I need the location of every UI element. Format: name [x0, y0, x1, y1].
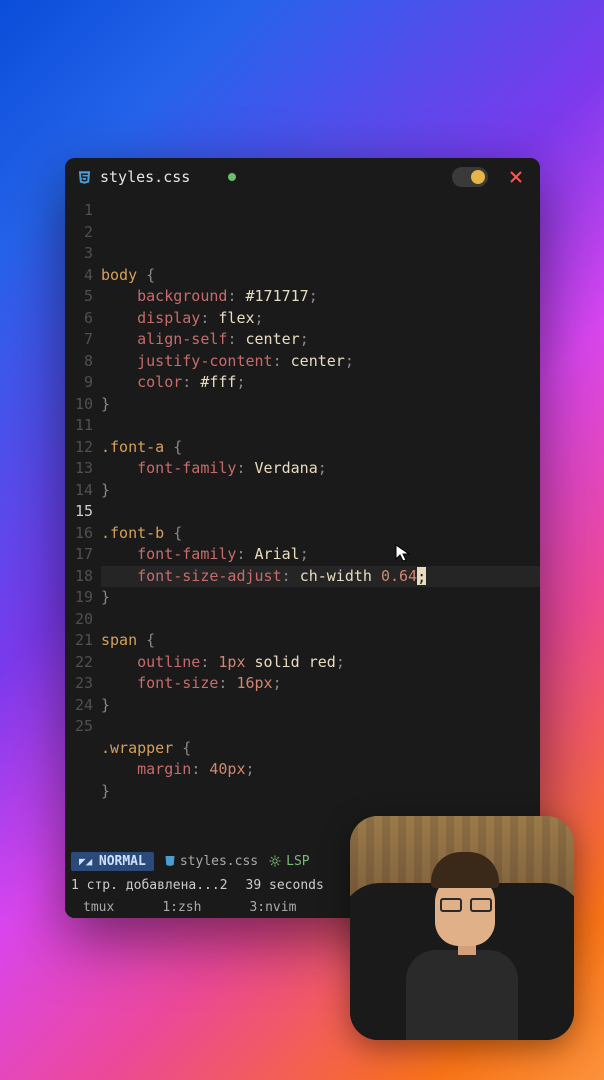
code-line[interactable]: font-family: Arial;	[101, 544, 540, 566]
vim-mode-badge: ◤◢ NORMAL	[71, 852, 154, 871]
modified-indicator-icon	[228, 173, 236, 181]
code-line[interactable]: }	[101, 695, 540, 717]
code-line[interactable]: outline: 1px solid red;	[101, 652, 540, 674]
code-line[interactable]: display: flex;	[101, 308, 540, 330]
message-text-2: 39 seconds	[246, 878, 324, 893]
lsp-status: LSP	[268, 854, 309, 869]
status-file: styles.css	[164, 854, 258, 869]
editor-window: styles.css 12345678910111213141516171819…	[65, 158, 540, 918]
code-line[interactable]: }	[101, 781, 540, 803]
css-file-icon	[77, 170, 92, 185]
message-text-1: 1 стр. добавлена...2	[71, 878, 228, 893]
code-line[interactable]: .font-b {	[101, 523, 540, 545]
code-area[interactable]: 1234567891011121314151617181920212223242…	[65, 196, 540, 848]
theme-toggle[interactable]	[452, 167, 488, 187]
filename: styles.css	[100, 168, 190, 186]
code-line[interactable]: font-size-adjust: ch-width 0.64;	[101, 566, 540, 588]
tmux-window-1[interactable]: 1:zsh	[162, 900, 201, 915]
code-line[interactable]	[101, 716, 540, 738]
code-line[interactable]: font-family: Verdana;	[101, 458, 540, 480]
code-line[interactable]	[101, 609, 540, 631]
code-line[interactable]: background: #171717;	[101, 286, 540, 308]
code-line[interactable]: .wrapper {	[101, 738, 540, 760]
webcam-overlay	[350, 816, 574, 1040]
close-button[interactable]	[504, 165, 528, 189]
code-line[interactable]: font-size: 16px;	[101, 673, 540, 695]
tmux-session[interactable]: tmux	[83, 900, 114, 915]
code-line[interactable]: }	[101, 394, 540, 416]
titlebar: styles.css	[65, 158, 540, 196]
line-number-gutter: 1234567891011121314151617181920212223242…	[65, 200, 101, 848]
code-line[interactable]: body {	[101, 265, 540, 287]
code-line[interactable]	[101, 415, 540, 437]
code-line[interactable]: margin: 40px;	[101, 759, 540, 781]
code-line[interactable]: span {	[101, 630, 540, 652]
code-line[interactable]	[101, 501, 540, 523]
code-line[interactable]: }	[101, 480, 540, 502]
tmux-window-2[interactable]: 3:nvim	[249, 900, 296, 915]
code-content[interactable]: body { background: #171717; display: fle…	[101, 200, 540, 848]
code-line[interactable]: }	[101, 587, 540, 609]
code-line[interactable]: .font-a {	[101, 437, 540, 459]
code-line[interactable]: justify-content: center;	[101, 351, 540, 373]
code-line[interactable]: color: #fff;	[101, 372, 540, 394]
code-line[interactable]: align-self: center;	[101, 329, 540, 351]
